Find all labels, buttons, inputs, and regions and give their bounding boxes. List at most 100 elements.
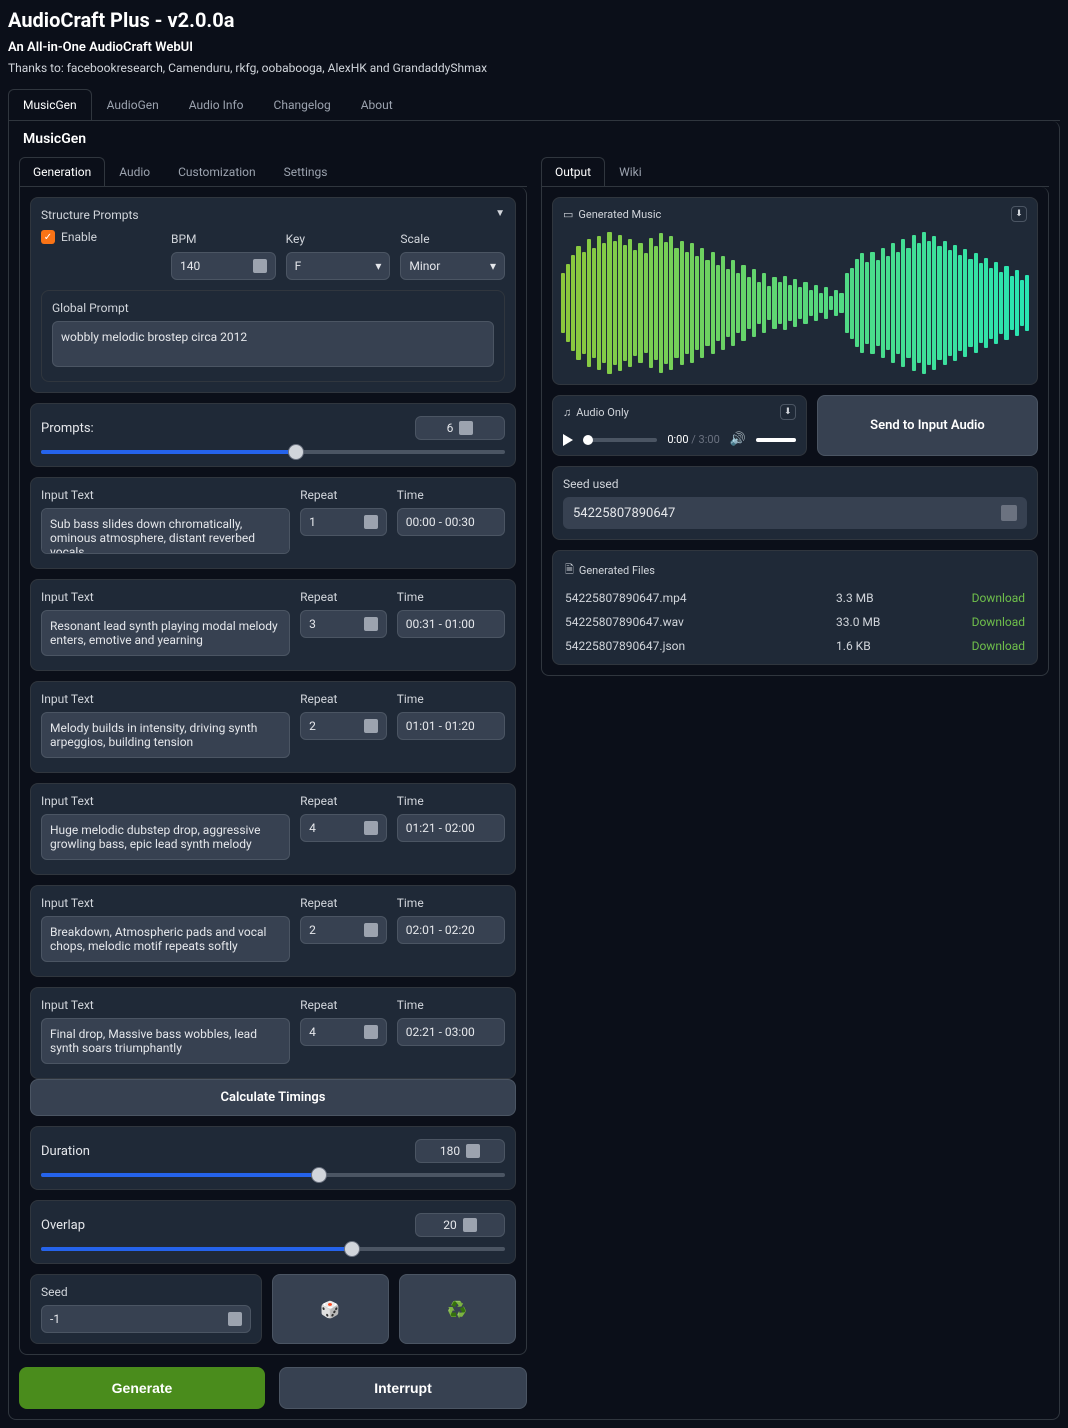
input-text-field[interactable]: Resonant lead synth playing modal melody… bbox=[41, 610, 290, 656]
prompt-row: Input Text Breakdown, Atmospheric pads a… bbox=[30, 885, 516, 977]
input-text-field[interactable]: Final drop, Massive bass wobbles, lead s… bbox=[41, 1018, 290, 1064]
collapse-icon[interactable]: ▼ bbox=[495, 208, 505, 222]
spinner-icon[interactable] bbox=[466, 1144, 480, 1158]
global-prompt-input[interactable] bbox=[52, 321, 494, 367]
slider-thumb[interactable] bbox=[344, 1241, 360, 1257]
duration-slider[interactable] bbox=[41, 1173, 505, 1177]
spinner-icon[interactable] bbox=[364, 617, 378, 631]
key-select[interactable]: F ▾ bbox=[286, 252, 391, 280]
waveform-bar bbox=[752, 269, 756, 337]
subtab-output[interactable]: Output bbox=[541, 157, 605, 186]
chevron-down-icon: ▾ bbox=[375, 259, 381, 273]
waveform-bar bbox=[778, 282, 782, 325]
scale-select[interactable]: Minor ▾ bbox=[400, 252, 505, 280]
chevron-down-icon: ▾ bbox=[490, 259, 496, 273]
repeat-input[interactable]: 2 bbox=[300, 916, 387, 944]
repeat-input[interactable]: 2 bbox=[300, 712, 387, 740]
input-text-field[interactable]: Sub bass slides down chromatically, omin… bbox=[41, 508, 290, 554]
seek-thumb[interactable] bbox=[583, 435, 593, 445]
download-video-button[interactable]: ⬇ bbox=[1011, 206, 1027, 222]
copy-seed-button[interactable] bbox=[1001, 505, 1017, 521]
scale-value: Minor bbox=[409, 259, 440, 273]
repeat-input[interactable]: 4 bbox=[300, 1018, 387, 1046]
spinner-icon[interactable] bbox=[459, 421, 473, 435]
slider-thumb[interactable] bbox=[311, 1167, 327, 1183]
duration-label: Duration bbox=[41, 1144, 90, 1159]
input-text-field[interactable]: Huge melodic dubstep drop, aggressive gr… bbox=[41, 814, 290, 860]
waveform-bar bbox=[953, 245, 957, 361]
enable-checkbox-row[interactable]: ✓ Enable bbox=[41, 230, 161, 244]
repeat-input[interactable]: 1 bbox=[300, 508, 387, 536]
waveform-bar bbox=[891, 243, 895, 362]
random-seed-button[interactable]: 🎲 bbox=[272, 1274, 389, 1344]
tab-about[interactable]: About bbox=[346, 89, 408, 120]
subtab-audio[interactable]: Audio bbox=[105, 157, 164, 186]
output-panel: ▭Generated Music ⬇ ♫Audio Only ⬇ bbox=[541, 187, 1049, 676]
download-link[interactable]: Download bbox=[972, 591, 1025, 605]
audio-seek[interactable] bbox=[583, 438, 657, 442]
right-sub-tabs: Output Wiki bbox=[541, 157, 1049, 187]
spinner-icon[interactable] bbox=[364, 821, 378, 835]
spinner-icon[interactable] bbox=[364, 719, 378, 733]
waveform-bar bbox=[726, 269, 730, 337]
waveform-bar bbox=[576, 246, 580, 360]
tab-musicgen[interactable]: MusicGen bbox=[8, 89, 92, 120]
seed-input[interactable]: -1 bbox=[41, 1305, 251, 1333]
send-to-input-button[interactable]: Send to Input Audio bbox=[817, 395, 1038, 456]
subtab-customization[interactable]: Customization bbox=[164, 157, 270, 186]
tab-audio-info[interactable]: Audio Info bbox=[174, 89, 259, 120]
prompts-count-value: 6 bbox=[447, 421, 454, 435]
waveform-bar bbox=[705, 260, 709, 345]
download-audio-button[interactable]: ⬇ bbox=[780, 404, 796, 420]
file-size: 33.0 MB bbox=[836, 615, 972, 629]
subtab-generation[interactable]: Generation bbox=[19, 157, 105, 186]
recycle-icon: ♻️ bbox=[447, 1300, 467, 1319]
download-link[interactable]: Download bbox=[972, 615, 1025, 629]
spinner-icon[interactable] bbox=[253, 259, 267, 273]
volume-slider[interactable] bbox=[756, 438, 796, 442]
overlap-value: 20 bbox=[443, 1218, 457, 1232]
input-text-field[interactable]: Breakdown, Atmospheric pads and vocal ch… bbox=[41, 916, 290, 962]
prompts-slider[interactable] bbox=[41, 450, 505, 454]
interrupt-button[interactable]: Interrupt bbox=[279, 1367, 527, 1409]
overlap-input[interactable]: 20 bbox=[415, 1213, 505, 1237]
prompts-count-input[interactable]: 6 bbox=[415, 416, 505, 440]
music-icon: ♫ bbox=[563, 406, 571, 419]
bpm-input[interactable]: 140 bbox=[171, 252, 276, 280]
input-text-field[interactable]: Melody builds in intensity, driving synt… bbox=[41, 712, 290, 758]
repeat-value: 4 bbox=[309, 821, 316, 835]
spinner-icon[interactable] bbox=[364, 923, 378, 937]
tab-audiogen[interactable]: AudioGen bbox=[92, 89, 174, 120]
play-button[interactable] bbox=[563, 434, 573, 446]
time-display: 00:31 - 01:00 bbox=[397, 610, 505, 638]
file-size: 3.3 MB bbox=[836, 591, 972, 605]
prompt-row: Input Text Melody builds in intensity, d… bbox=[30, 681, 516, 773]
global-prompt-block: Global Prompt bbox=[41, 290, 505, 382]
generate-button[interactable]: Generate bbox=[19, 1367, 265, 1409]
waveform-bar bbox=[917, 243, 921, 362]
tab-changelog[interactable]: Changelog bbox=[259, 89, 346, 120]
spinner-icon[interactable] bbox=[364, 515, 378, 529]
spinner-icon[interactable] bbox=[463, 1218, 477, 1232]
recycle-seed-button[interactable]: ♻️ bbox=[399, 1274, 516, 1344]
slider-thumb[interactable] bbox=[288, 444, 304, 460]
volume-icon[interactable]: 🔊 bbox=[730, 432, 746, 447]
spinner-icon[interactable] bbox=[228, 1312, 242, 1326]
duration-input[interactable]: 180 bbox=[415, 1139, 505, 1163]
download-link[interactable]: Download bbox=[972, 639, 1025, 653]
file-name: 54225807890647.mp4 bbox=[565, 591, 836, 605]
repeat-input[interactable]: 4 bbox=[300, 814, 387, 842]
subtab-settings[interactable]: Settings bbox=[270, 157, 342, 186]
waveform-bar bbox=[571, 255, 575, 352]
subtab-wiki[interactable]: Wiki bbox=[605, 157, 656, 186]
repeat-label: Repeat bbox=[300, 794, 387, 808]
spinner-icon[interactable] bbox=[364, 1025, 378, 1039]
waveform-bar bbox=[989, 268, 993, 339]
overlap-slider[interactable] bbox=[41, 1247, 505, 1251]
waveform-bar bbox=[912, 235, 916, 371]
calculate-timings-button[interactable]: Calculate Timings bbox=[30, 1079, 516, 1116]
waveform-bar bbox=[649, 238, 653, 369]
input-text-label: Input Text bbox=[41, 692, 290, 706]
waveform-bar bbox=[561, 273, 565, 333]
repeat-input[interactable]: 3 bbox=[300, 610, 387, 638]
